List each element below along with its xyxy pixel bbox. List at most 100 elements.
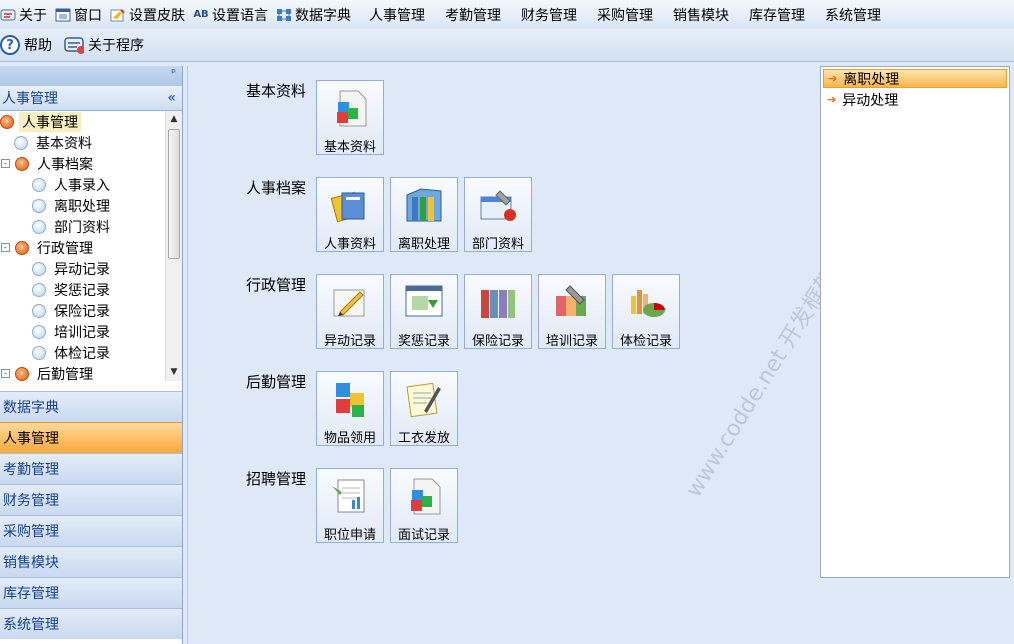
nav-item-finance[interactable]: 财务管理: [0, 484, 182, 515]
tree-node-label: 人事管理: [19, 111, 81, 132]
tree-node-resignation[interactable]: 离职处理: [0, 195, 182, 216]
toolbar: ? 帮助 关于程序: [0, 29, 1014, 62]
tree-node-label: 后勤管理: [37, 366, 93, 382]
language-icon: AB: [193, 9, 209, 20]
notepad-pen-icon: [404, 379, 444, 419]
tile-label: 基本资料: [323, 140, 376, 155]
tile-insurance-records[interactable]: 保险记录: [464, 274, 532, 349]
section-title: 后勤管理: [246, 373, 307, 391]
tree-node-label: 体检记录: [54, 345, 110, 362]
menu-skin-label: 设置皮肤: [129, 7, 185, 24]
collapse-node-icon[interactable]: -: [1, 159, 10, 168]
scroll-down-icon[interactable]: ▼: [166, 364, 182, 381]
tile-label: 职位申请: [323, 528, 376, 543]
collapse-node-icon[interactable]: -: [1, 243, 10, 252]
tree-node-administration[interactable]: - › 行政管理: [0, 237, 182, 258]
menu-skin[interactable]: 设置皮肤: [110, 0, 193, 29]
tree-node-insurance-records[interactable]: 保险记录: [0, 300, 182, 321]
left-panel-header: 人事管理 «: [0, 86, 182, 111]
watermark: www.codde.net 开发框架: [681, 264, 843, 502]
tree-node-label: 人事档案: [37, 156, 93, 173]
tree-scrollbar[interactable]: ▲ ▼: [165, 111, 182, 381]
tile-training-records[interactable]: 培训记录: [538, 274, 606, 349]
tile-label: 异动记录: [323, 334, 376, 349]
tile-resignation[interactable]: 离职处理: [390, 177, 458, 252]
menu-finance[interactable]: 财务管理: [511, 0, 587, 29]
collapse-node-icon[interactable]: -: [1, 369, 10, 378]
leaf-node-icon: [14, 135, 28, 150]
menu-system[interactable]: 系统管理: [815, 0, 891, 29]
tree-node-basic-info[interactable]: 基本资料: [0, 132, 182, 153]
nav-item-sales[interactable]: 销售模块: [0, 546, 182, 577]
tile-basic-info[interactable]: 基本资料: [316, 80, 384, 155]
menu-window-label: 窗口: [74, 7, 102, 24]
tree-node-department[interactable]: 部门资料: [0, 216, 182, 237]
application-form-icon: [330, 476, 370, 516]
right-list-item-resignation[interactable]: ➔ 离职处理: [823, 69, 1007, 88]
menu-sales[interactable]: 销售模块: [663, 0, 739, 29]
arrow-right-icon: ➔: [828, 72, 838, 85]
scrollbar-thumb[interactable]: [168, 129, 180, 259]
nav-item-dictionary[interactable]: 数据字典: [0, 391, 182, 422]
nav-item-system[interactable]: 系统管理: [0, 608, 182, 639]
right-list-item-change[interactable]: ➔ 异动处理: [823, 90, 1007, 109]
tree-node-change-records[interactable]: 异动记录: [0, 258, 182, 279]
menu-attendance[interactable]: 考勤管理: [435, 0, 511, 29]
menubar: 关于 窗口 设置皮肤 AB 设置语言 数据字典 人事管理 考勤管理 财务管理 采…: [0, 0, 1014, 29]
tree-node-health-records[interactable]: 体检记录: [0, 342, 182, 363]
scroll-up-icon[interactable]: ▲: [166, 111, 182, 128]
menu-language-label: 设置语言: [212, 7, 268, 24]
tile-department-data[interactable]: 部门资料: [464, 177, 532, 252]
tree-node-training-records[interactable]: 培训记录: [0, 321, 182, 342]
tree-node-logistics[interactable]: - › 后勤管理: [0, 363, 182, 381]
chart-icon: [626, 282, 666, 322]
section-title: 行政管理: [246, 276, 307, 294]
tile-item-requisition[interactable]: 物品领用: [316, 371, 384, 446]
tile-label: 工衣发放: [397, 431, 450, 446]
tile-health-records[interactable]: 体检记录: [612, 274, 680, 349]
nav-item-purchase[interactable]: 采购管理: [0, 515, 182, 546]
menu-personnel[interactable]: 人事管理: [359, 0, 435, 29]
leaf-node-icon: [32, 261, 46, 276]
leaf-node-icon: [32, 219, 46, 234]
nav-item-inventory[interactable]: 库存管理: [0, 577, 182, 608]
tile-personnel-data[interactable]: 人事资料: [316, 177, 384, 252]
books-icon: [478, 282, 518, 322]
menu-inventory-label: 库存管理: [749, 7, 805, 24]
nav-item-personnel[interactable]: 人事管理: [0, 422, 182, 453]
folder-node-icon: ›: [15, 366, 29, 381]
main-workspace: 基本资料 基本资料 人事档案 人事资料 离职处理 部门资料 行政管理 异动记录 …: [187, 66, 843, 644]
pin-icon[interactable]: ᵖ: [0, 66, 182, 86]
menu-window[interactable]: 窗口: [55, 0, 110, 29]
left-nav-panel: ᵖ 人事管理 « › 人事管理 基本资料 - › 人事档案 人事录入 离职处理: [0, 66, 183, 644]
tree-node-label: 离职处理: [54, 198, 110, 215]
menu-dictionary-label: 数据字典: [295, 7, 351, 24]
menu-language[interactable]: AB 设置语言: [193, 0, 276, 29]
tile-job-application[interactable]: 职位申请: [316, 468, 384, 543]
tree-node-personnel-files[interactable]: - › 人事档案: [0, 153, 182, 174]
tree-node-reward-records[interactable]: 奖惩记录: [0, 279, 182, 300]
award-window-icon: [404, 282, 444, 322]
interview-document-icon: [404, 476, 444, 516]
tile-uniform-issue[interactable]: 工衣发放: [390, 371, 458, 446]
about-program-button[interactable]: 关于程序: [64, 29, 150, 62]
collapse-icon[interactable]: «: [167, 90, 176, 106]
tree-node-personnel[interactable]: › 人事管理: [0, 111, 182, 132]
menu-about[interactable]: 关于: [0, 0, 55, 29]
right-list-item-label: 离职处理: [843, 71, 900, 88]
pencil-note-icon: [330, 282, 370, 322]
cubes-icon: [330, 379, 370, 419]
help-button[interactable]: ? 帮助: [0, 29, 58, 62]
tile-reward-records[interactable]: 奖惩记录: [390, 274, 458, 349]
window-icon: [55, 8, 71, 22]
menu-inventory[interactable]: 库存管理: [739, 0, 815, 29]
menu-dictionary[interactable]: 数据字典: [276, 0, 359, 29]
tile-label: 体检记录: [619, 334, 672, 349]
leaf-node-icon: [32, 282, 46, 297]
menu-finance-label: 财务管理: [521, 7, 577, 24]
tile-change-records[interactable]: 异动记录: [316, 274, 384, 349]
nav-item-attendance[interactable]: 考勤管理: [0, 453, 182, 484]
tree-node-personnel-entry[interactable]: 人事录入: [0, 174, 182, 195]
menu-purchase[interactable]: 采购管理: [587, 0, 663, 29]
tile-interview-records[interactable]: 面试记录: [390, 468, 458, 543]
